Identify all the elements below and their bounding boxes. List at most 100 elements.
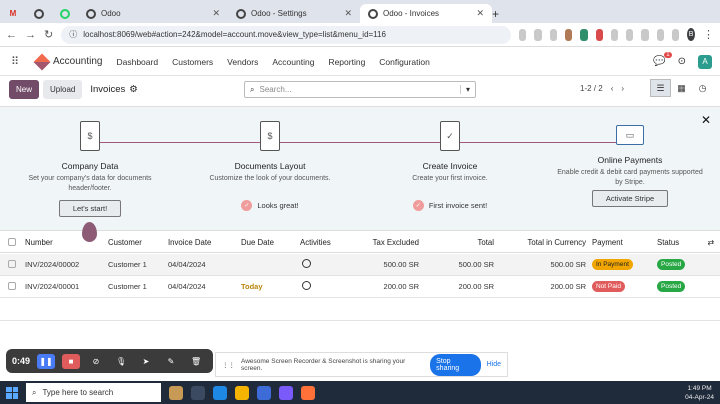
camera-off-icon[interactable]: ⊘ — [87, 354, 105, 369]
column-activities[interactable]: Activities — [300, 238, 331, 247]
tab-odoo-settings[interactable]: Odoo - Settings ✕ — [228, 4, 360, 23]
windows-start-icon[interactable] — [6, 386, 18, 399]
stop-sharing-button[interactable]: Stop sharing — [430, 353, 481, 376]
column-number[interactable]: Number — [25, 238, 53, 247]
extension-icon[interactable] — [595, 28, 603, 41]
new-tab-button[interactable]: + — [492, 4, 512, 23]
close-icon[interactable]: ✕ — [476, 8, 484, 19]
step-done-link[interactable]: ✓ Looks great! — [195, 200, 345, 211]
upload-button[interactable]: Upload — [43, 80, 83, 99]
screen-share-icon[interactable] — [534, 28, 542, 41]
step-done-link[interactable]: ✓ First invoice sent! — [375, 200, 525, 211]
task-view-icon[interactable] — [191, 385, 205, 400]
gear-icon[interactable]: ⚙ — [129, 84, 138, 95]
search-icon: ⌕ — [32, 387, 37, 397]
list-view-icon[interactable]: ☰ — [650, 79, 671, 97]
check-icon: ✓ — [241, 200, 253, 211]
menu-customers[interactable]: Customers — [172, 57, 213, 67]
forward-icon[interactable]: → — [25, 29, 36, 41]
url-field[interactable]: ⓘ localhost:8069/web#action=242&model=acc… — [61, 25, 512, 44]
chrome-icon[interactable] — [235, 385, 249, 400]
windows-taskbar: ⌕ Type here to search 1:49 PM 04-Apr-24 — [0, 381, 720, 404]
tab-gmail[interactable]: M — [0, 4, 26, 23]
tab-odoo[interactable]: Odoo ✕ — [78, 4, 228, 23]
microphone-icon[interactable]: 🎙 — [112, 354, 130, 369]
tax-excluded: 200.00 SR — [383, 282, 419, 291]
firefox-icon[interactable] — [301, 385, 315, 400]
select-all-checkbox[interactable] — [8, 237, 16, 248]
chat-icon[interactable]: 💬 1 — [653, 52, 672, 67]
kanban-view-icon[interactable]: ▦ — [671, 79, 692, 97]
extensions-puzzle-icon[interactable] — [656, 28, 664, 41]
menu-dashboard[interactable]: Dashboard — [116, 57, 158, 67]
close-icon[interactable]: ✕ — [212, 8, 220, 19]
extension-icon[interactable] — [626, 28, 634, 41]
app-brand[interactable]: Accounting — [33, 53, 102, 70]
menu-reporting[interactable]: Reporting — [328, 57, 365, 67]
column-payment[interactable]: Payment — [592, 238, 623, 247]
caret-down-icon[interactable]: ▾ — [459, 85, 470, 94]
key-icon[interactable] — [519, 28, 527, 41]
menu-configuration[interactable]: Configuration — [379, 57, 430, 67]
column-invoice-date[interactable]: Invoice Date — [168, 238, 211, 247]
row-checkbox[interactable] — [8, 259, 16, 270]
deer-widget-icon[interactable] — [169, 385, 183, 400]
new-button[interactable]: New — [9, 80, 40, 99]
stop-button[interactable]: ■ — [62, 353, 81, 369]
tab-whatsapp[interactable] — [52, 4, 78, 23]
profile-avatar[interactable]: B — [687, 28, 696, 41]
hide-button[interactable]: Hide — [487, 361, 501, 368]
bookmark-icon[interactable] — [549, 28, 558, 41]
column-settings-icon[interactable]: ⇄ — [707, 238, 714, 247]
column-status[interactable]: Status — [657, 238, 679, 247]
column-customer[interactable]: Customer — [108, 238, 142, 247]
tab-odoo-invoices[interactable]: Odoo - Invoices ✕ — [360, 4, 492, 23]
system-clock[interactable]: 1:49 PM 04-Apr-24 — [685, 384, 714, 402]
chevron-left-icon[interactable]: ‹ — [611, 84, 614, 93]
activity-clock-icon[interactable] — [302, 281, 311, 292]
reload-icon[interactable]: ↻ — [44, 28, 53, 41]
edge-icon[interactable] — [213, 385, 227, 400]
activity-view-icon[interactable]: ◷ — [692, 79, 713, 97]
step-description: Enable credit & debit card payments supp… — [557, 169, 703, 186]
column-due-date[interactable]: Due Date — [241, 238, 274, 247]
extension-icon[interactable] — [610, 28, 619, 41]
due-date: Today — [241, 282, 263, 291]
pen-icon[interactable]: ✎ — [162, 354, 180, 369]
search-input[interactable]: ⌕ Search... ▾ — [244, 81, 476, 98]
taskbar-search[interactable]: ⌕ Type here to search — [26, 383, 161, 402]
user-avatar[interactable]: A — [698, 54, 712, 69]
activate-stripe-button[interactable]: Activate Stripe — [591, 190, 669, 207]
sidepanel-icon[interactable] — [671, 28, 680, 41]
apps-grid-icon[interactable]: ⠿ — [8, 55, 22, 68]
menu-accounting[interactable]: Accounting — [272, 57, 314, 67]
trash-icon[interactable]: 🗑 — [187, 354, 205, 369]
table-row[interactable]: INV/2024/00002 Customer 1 04/04/2024 500… — [0, 254, 720, 276]
menu-kebab-icon[interactable]: ⋮ — [703, 28, 714, 41]
close-icon[interactable]: ✕ — [701, 113, 711, 127]
activity-clock-icon[interactable]: ⊙ — [678, 56, 686, 67]
zoom-icon[interactable] — [257, 385, 271, 400]
close-icon[interactable]: ✕ — [344, 8, 352, 19]
activity-clock-icon[interactable] — [302, 259, 311, 270]
column-total[interactable]: Total — [478, 238, 494, 247]
cursor-icon[interactable]: ➤ — [137, 354, 155, 369]
odoo-icon — [236, 8, 246, 19]
back-icon[interactable]: ← — [6, 29, 17, 41]
app-icon[interactable] — [279, 385, 293, 400]
extension-icon[interactable] — [641, 28, 649, 41]
extension-icon[interactable] — [565, 28, 573, 41]
column-total-currency[interactable]: Total in Currency — [528, 238, 587, 247]
column-tax-excluded[interactable]: Tax Excluded — [373, 238, 419, 247]
pause-button[interactable]: ❚❚ — [37, 353, 56, 369]
menu-vendors[interactable]: Vendors — [227, 57, 258, 67]
table-row[interactable]: INV/2024/00001 Customer 1 04/04/2024 Tod… — [0, 276, 720, 298]
tab-chrome[interactable] — [26, 4, 52, 23]
chevron-right-icon[interactable]: › — [621, 84, 624, 93]
lets-start-button[interactable]: Let's start! — [58, 200, 122, 217]
drag-handle-icon[interactable]: ⋮⋮ — [222, 361, 235, 369]
row-checkbox[interactable] — [8, 281, 16, 292]
pager-value[interactable]: 1-2 / 2 — [580, 84, 603, 93]
info-icon: ⓘ — [69, 30, 78, 39]
extension-icon[interactable] — [580, 28, 588, 41]
